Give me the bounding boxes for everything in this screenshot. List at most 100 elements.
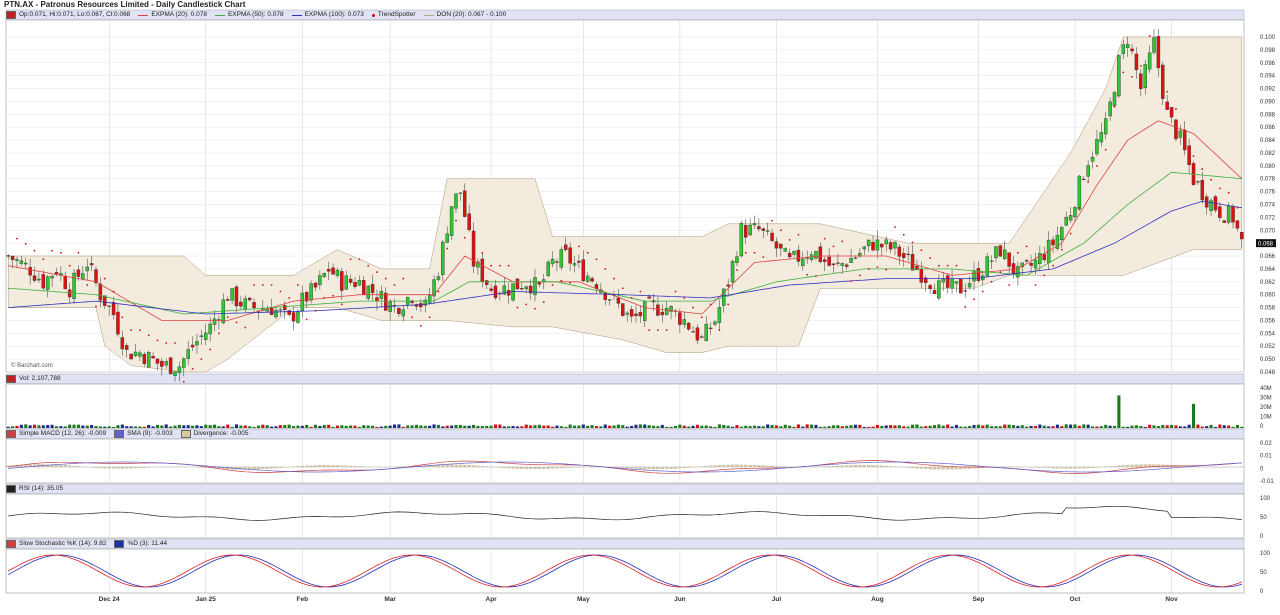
x-tick-label: Oct [1070, 596, 1082, 603]
volume-label: Vol: 2,107,788 [19, 375, 61, 382]
macd-histogram-bar [54, 464, 59, 468]
volume-bar [700, 425, 704, 428]
candle-body [41, 274, 46, 289]
sar-dot [463, 236, 466, 239]
candle-body [752, 223, 757, 226]
candle-body [67, 289, 72, 298]
candle-body [1068, 215, 1073, 221]
candle-body [730, 261, 735, 283]
volume-bar [493, 424, 498, 428]
macd-histogram-bar [528, 466, 533, 470]
sar-dot [788, 239, 791, 241]
sar-dot [937, 264, 940, 267]
volume-bar [366, 425, 370, 428]
candle-body [89, 263, 94, 266]
sar-dot [1078, 206, 1081, 209]
candle-body [269, 307, 274, 315]
candle-body [985, 256, 989, 277]
sar-dot [1113, 105, 1116, 108]
sar-dot [850, 280, 852, 283]
candle-body [515, 278, 520, 290]
volume-bar [138, 426, 142, 428]
sar-dot [560, 279, 563, 282]
sar-dot [323, 297, 326, 299]
volume-bar [1121, 426, 1125, 428]
candle-body [124, 345, 129, 350]
candle-body [54, 272, 59, 275]
candle-body [247, 297, 252, 301]
candle-body [1033, 259, 1038, 269]
volume-bar [243, 425, 247, 428]
sar-dot [191, 367, 194, 370]
candle-body [1007, 252, 1011, 267]
volume-bar [1178, 426, 1182, 428]
volume-bar [726, 425, 730, 428]
volume-bar [147, 424, 151, 428]
macd-histogram-bar [735, 464, 739, 468]
volume-bar [24, 424, 28, 428]
rsi-tick-label: 50 [1260, 515, 1267, 521]
candle-body [63, 275, 68, 290]
candle-body [607, 299, 612, 301]
candle-body [761, 228, 766, 231]
volume-bar [555, 425, 559, 428]
candle-body [1029, 263, 1033, 266]
volume-bar [682, 425, 686, 428]
volume-bar [840, 426, 844, 428]
x-tick-label: Feb [297, 596, 309, 603]
sar-dot [419, 324, 422, 327]
sar-dot [1210, 178, 1212, 181]
volume-bar [669, 426, 673, 428]
candle-body [1134, 53, 1139, 71]
sar-dot [226, 316, 229, 319]
macd-tick-label: 0.02 [1260, 441, 1272, 447]
macd-histogram-bar [542, 466, 546, 469]
candle-body [291, 312, 296, 322]
candle-body [436, 276, 441, 280]
candle-body [643, 301, 647, 321]
volume-bar [441, 426, 445, 428]
candle-body [199, 335, 204, 337]
sar-dot [1148, 35, 1151, 37]
sar-dot [147, 334, 150, 337]
candle-body [160, 360, 164, 367]
volume-bar [1112, 425, 1117, 428]
volume-tick-label: 40M [1260, 386, 1272, 392]
sar-dot [235, 321, 238, 324]
volume-bar [752, 425, 757, 428]
candle-body [1231, 206, 1235, 223]
candle-body [823, 259, 827, 262]
sar-dot [402, 277, 405, 280]
stoch-d-label: %D (3): 11.44 [127, 540, 168, 547]
macd-histogram-bar [954, 466, 959, 470]
sar-dot [490, 264, 493, 267]
volume-bar [542, 425, 546, 428]
candle-body [902, 253, 906, 258]
candle-body [401, 309, 406, 317]
volume-bar [985, 424, 989, 428]
volume-bar [388, 425, 392, 428]
macd-histogram-bar [963, 466, 967, 469]
sar-dot [279, 290, 282, 293]
candle-body [853, 257, 858, 259]
sar-dot [657, 329, 659, 332]
sar-dot [437, 290, 440, 293]
macd-histogram-bar [669, 466, 673, 469]
volume-bar [717, 424, 721, 428]
sar-dot [288, 297, 291, 299]
volume-bar [340, 425, 344, 428]
candle-body [375, 297, 379, 302]
volume-bar [954, 424, 958, 428]
ohlc-swatch [6, 11, 16, 19]
sar-dot [174, 342, 176, 344]
candle-body [866, 239, 871, 247]
candle-body [133, 351, 138, 357]
sar-dot [709, 303, 712, 306]
price-tick-label: 0.064 [1260, 267, 1276, 273]
sar-dot [542, 301, 545, 304]
candle-body [362, 280, 366, 295]
volume-bar [915, 424, 919, 428]
sar-dot [121, 316, 124, 319]
stoch-k-swatch [6, 540, 16, 548]
candle-body [910, 254, 915, 271]
